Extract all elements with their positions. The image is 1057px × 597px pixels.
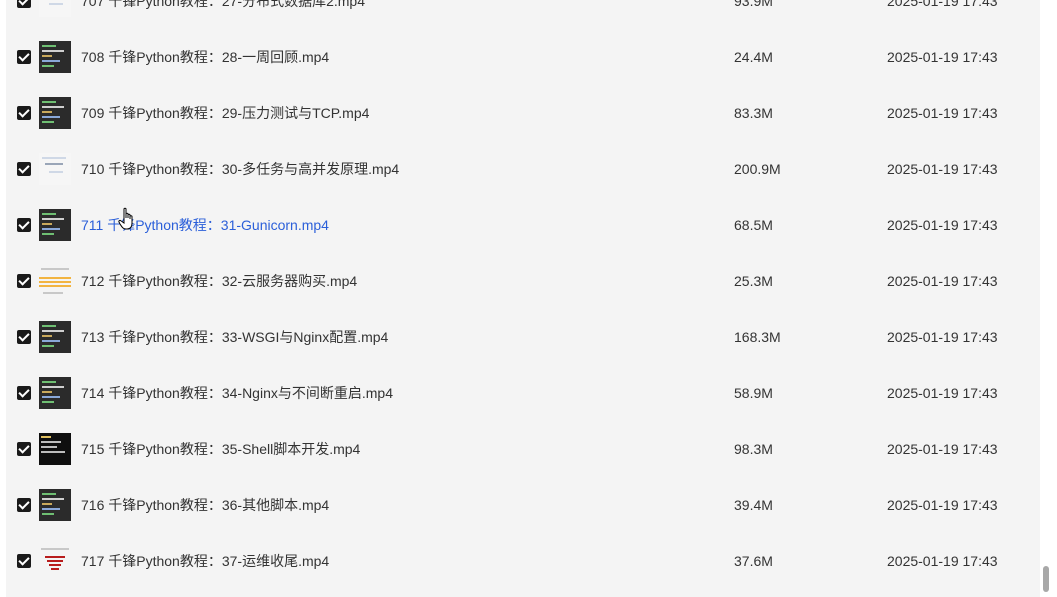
file-date: 2025-01-19 17:43 [887,385,998,401]
file-name[interactable]: 714 千锋Python教程：34-Nginx与不间断重启.mp4 [81,365,393,421]
checkbox-checked-icon[interactable] [17,162,31,176]
video-thumbnail[interactable] [39,433,71,465]
file-date: 2025-01-19 17:43 [887,217,998,233]
file-size: 68.5M [734,217,773,233]
video-thumbnail[interactable] [39,321,71,353]
file-date: 2025-01-19 17:43 [887,105,998,121]
video-thumbnail[interactable] [39,209,71,241]
file-name[interactable]: 709 千锋Python教程：29-压力测试与TCP.mp4 [81,85,369,141]
file-list: 707 千锋Python教程：27-分布式数据库2.mp4 93.9M 2025-0… [6,0,1040,589]
checkbox-checked-icon[interactable] [17,498,31,512]
checkbox-checked-icon[interactable] [17,50,31,64]
checkbox-checked-icon[interactable] [17,554,31,568]
file-name[interactable]: 707 千锋Python教程：27-分布式数据库2.mp4 [81,0,365,29]
file-row[interactable]: 709 千锋Python教程：29-压力测试与TCP.mp4 83.3M 2025-… [6,85,1040,141]
file-row[interactable]: 714 千锋Python教程：34-Nginx与不间断重启.mp4 58.9M 20… [6,365,1040,421]
scrollbar-thumb[interactable] [1043,566,1049,592]
file-row[interactable]: 716 千锋Python教程：36-其他脚本.mp4 39.4M 2025-01-1… [6,477,1040,533]
checkbox-checked-icon[interactable] [17,330,31,344]
file-name[interactable]: 711 千锋Python教程：31-Gunicorn.mp4 [81,197,329,253]
file-list-panel: 707 千锋Python教程：27-分布式数据库2.mp4 93.9M 2025-0… [6,0,1040,597]
scrollbar-track[interactable] [1041,0,1051,597]
file-size: 83.3M [734,105,773,121]
file-date: 2025-01-19 17:43 [887,329,998,345]
file-date: 2025-01-19 17:43 [887,0,998,9]
video-thumbnail[interactable] [39,153,71,185]
checkbox-checked-icon[interactable] [17,274,31,288]
video-thumbnail[interactable] [39,97,71,129]
file-date: 2025-01-19 17:43 [887,553,998,569]
file-row[interactable]: 711 千锋Python教程：31-Gunicorn.mp4 68.5M 2025-… [6,197,1040,253]
file-name[interactable]: 715 千锋Python教程：35-Shell脚本开发.mp4 [81,421,360,477]
file-date: 2025-01-19 17:43 [887,49,998,65]
file-row[interactable]: 715 千锋Python教程：35-Shell脚本开发.mp4 98.3M 2025… [6,421,1040,477]
file-row[interactable]: 707 千锋Python教程：27-分布式数据库2.mp4 93.9M 2025-0… [6,0,1040,29]
file-date: 2025-01-19 17:43 [887,441,998,457]
file-date: 2025-01-19 17:43 [887,273,998,289]
file-size: 37.6M [734,553,773,569]
checkbox-checked-icon[interactable] [17,442,31,456]
video-thumbnail[interactable] [39,545,71,577]
file-row[interactable]: 717 千锋Python教程：37-运维收尾.mp4 37.6M 2025-01-1… [6,533,1040,589]
file-row[interactable]: 712 千锋Python教程：32-云服务器购买.mp4 25.3M 2025-01… [6,253,1040,309]
file-name[interactable]: 712 千锋Python教程：32-云服务器购买.mp4 [81,253,357,309]
checkbox-checked-icon[interactable] [17,386,31,400]
file-size: 200.9M [734,161,781,177]
file-size: 24.4M [734,49,773,65]
file-size: 168.3M [734,329,781,345]
video-thumbnail[interactable] [39,0,71,17]
checkbox-checked-icon[interactable] [17,218,31,232]
file-size: 25.3M [734,273,773,289]
file-name[interactable]: 713 千锋Python教程：33-WSGI与Nginx配置.mp4 [81,309,388,365]
checkbox-checked-icon[interactable] [17,0,31,8]
file-size: 58.9M [734,385,773,401]
file-size: 93.9M [734,0,773,9]
file-size: 98.3M [734,441,773,457]
video-thumbnail[interactable] [39,265,71,297]
file-row[interactable]: 710 千锋Python教程：30-多任务与高并发原理.mp4 200.9M 202… [6,141,1040,197]
file-row[interactable]: 708 千锋Python教程：28-一周回顾.mp4 24.4M 2025-01-1… [6,29,1040,85]
file-date: 2025-01-19 17:43 [887,161,998,177]
checkbox-checked-icon[interactable] [17,106,31,120]
video-thumbnail[interactable] [39,377,71,409]
video-thumbnail[interactable] [39,489,71,521]
file-name[interactable]: 716 千锋Python教程：36-其他脚本.mp4 [81,477,329,533]
file-size: 39.4M [734,497,773,513]
file-date: 2025-01-19 17:43 [887,497,998,513]
file-name[interactable]: 710 千锋Python教程：30-多任务与高并发原理.mp4 [81,141,399,197]
file-name[interactable]: 708 千锋Python教程：28-一周回顾.mp4 [81,29,329,85]
video-thumbnail[interactable] [39,41,71,73]
file-row[interactable]: 713 千锋Python教程：33-WSGI与Nginx配置.mp4 168.3M… [6,309,1040,365]
file-name[interactable]: 717 千锋Python教程：37-运维收尾.mp4 [81,533,329,589]
